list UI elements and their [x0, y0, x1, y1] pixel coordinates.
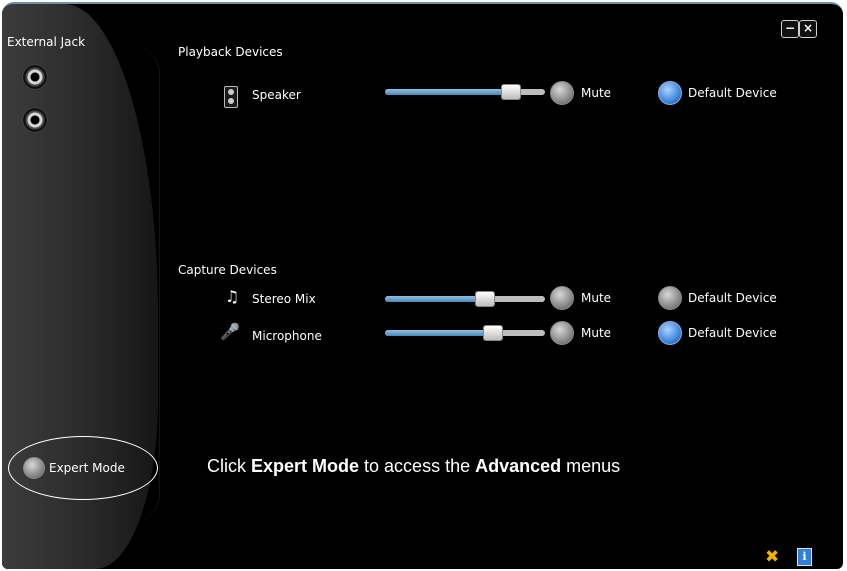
microphone-volume-fill [385, 330, 492, 336]
microphone-volume-slider[interactable] [385, 325, 545, 341]
microphone-label: Microphone [252, 329, 322, 343]
hint-expert-mode: Expert Mode [251, 456, 360, 476]
minimize-icon[interactable]: − [781, 20, 799, 38]
tools-icon[interactable]: ✖ [765, 547, 779, 567]
stereo-mix-volume-slider[interactable] [385, 291, 545, 307]
expert-mode-label[interactable]: Expert Mode [49, 461, 125, 475]
microphone-icon: 🎤 [220, 322, 240, 341]
playback-devices-title: Playback Devices [178, 45, 283, 59]
speaker-volume-fill [385, 89, 510, 95]
hint-prefix: Click [207, 456, 251, 476]
hint-advanced: Advanced [475, 456, 562, 476]
speaker-volume-thumb[interactable] [501, 84, 521, 100]
audio-manager-window: External Jack − × Playback Devices Speak… [2, 2, 843, 569]
expert-mode-hint: Click Expert Mode to access the Advanced… [207, 456, 620, 477]
capture-devices-title: Capture Devices [178, 263, 277, 277]
info-icon[interactable]: i [797, 548, 812, 566]
stereo-mix-volume-fill [385, 296, 484, 302]
microphone-mute-radio[interactable] [550, 321, 574, 345]
stereo-mix-label: Stereo Mix [252, 292, 316, 306]
expert-mode-radio[interactable] [23, 457, 45, 479]
speaker-mute-label: Mute [581, 86, 612, 100]
speaker-default-label: Default Device [688, 86, 777, 100]
speaker-icon [224, 86, 238, 108]
external-jack-title: External Jack [7, 35, 86, 49]
jack-port-icon[interactable] [23, 108, 47, 132]
speaker-default-radio[interactable] [658, 81, 682, 105]
microphone-default-label: Default Device [688, 326, 777, 340]
speaker-volume-slider[interactable] [385, 84, 545, 100]
microphone-default-radio[interactable] [658, 321, 682, 345]
hint-suffix: menus [561, 456, 621, 476]
stereo-mix-mute-label: Mute [581, 291, 612, 305]
close-icon[interactable]: × [799, 20, 817, 38]
hint-middle: to access the [359, 456, 476, 476]
speaker-label: Speaker [252, 88, 301, 102]
stereo-mix-mute-radio[interactable] [550, 286, 574, 310]
jack-port-icon[interactable] [23, 65, 47, 89]
stereo-mix-default-label: Default Device [688, 291, 777, 305]
stereo-mix-volume-thumb[interactable] [475, 291, 495, 307]
microphone-volume-thumb[interactable] [483, 325, 503, 341]
speaker-mute-radio[interactable] [550, 81, 574, 105]
stereo-mix-default-radio[interactable] [658, 286, 682, 310]
microphone-mute-label: Mute [581, 326, 612, 340]
music-note-icon: ♫ [224, 287, 240, 306]
